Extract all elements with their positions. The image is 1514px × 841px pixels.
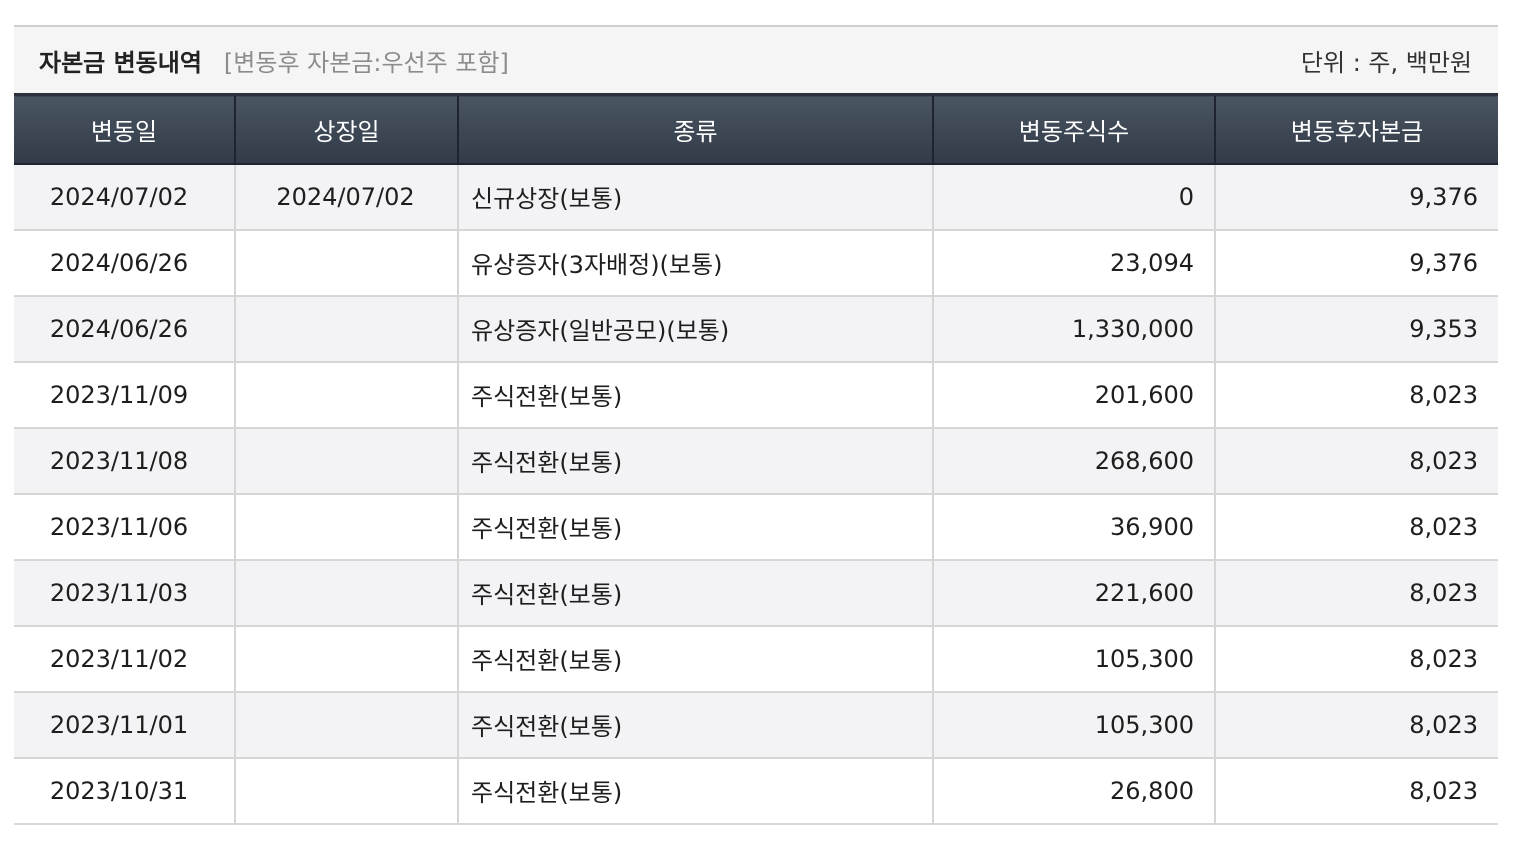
listing-date-cell — [234, 295, 458, 363]
changed-shares-cell: 268,600 — [932, 427, 1215, 495]
capital-after-cell: 8,023 — [1214, 427, 1498, 495]
type-cell: 주식전환(보통) — [457, 361, 933, 429]
capital-after-cell: 8,023 — [1214, 757, 1498, 825]
type-cell: 주식전환(보통) — [457, 757, 933, 825]
column-header-type: 종류 — [457, 93, 933, 165]
table-row: 2024/07/02 2024/07/02 신규상장(보통) 0 9,376 — [14, 163, 1498, 231]
type-cell: 주식전환(보통) — [457, 691, 933, 759]
changed-shares-cell: 23,094 — [932, 229, 1215, 297]
table-row: 2024/06/26 유상증자(일반공모)(보통) 1,330,000 9,35… — [14, 295, 1498, 363]
title-group: 자본금 변동내역 [변동후 자본금:우선주 포함] — [39, 43, 509, 78]
changed-shares-cell: 221,600 — [932, 559, 1215, 627]
change-date-cell: 2023/11/01 — [14, 691, 235, 759]
listing-date-cell — [234, 757, 458, 825]
column-header-listing-date: 상장일 — [234, 93, 458, 165]
type-cell: 주식전환(보통) — [457, 493, 933, 561]
column-header-change-date: 변동일 — [14, 93, 235, 165]
type-cell: 주식전환(보통) — [457, 559, 933, 627]
table-row: 2023/11/02 주식전환(보통) 105,300 8,023 — [14, 625, 1498, 693]
capital-after-cell: 8,023 — [1214, 559, 1498, 627]
capital-after-cell: 9,376 — [1214, 163, 1498, 231]
table-row: 2023/11/08 주식전환(보통) 268,600 8,023 — [14, 427, 1498, 495]
capital-after-cell: 9,376 — [1214, 229, 1498, 297]
capital-after-cell: 8,023 — [1214, 625, 1498, 693]
change-date-cell: 2024/06/26 — [14, 229, 235, 297]
listing-date-cell — [234, 691, 458, 759]
change-date-cell: 2024/06/26 — [14, 295, 235, 363]
type-cell: 주식전환(보통) — [457, 625, 933, 693]
type-cell: 주식전환(보통) — [457, 427, 933, 495]
change-date-cell: 2023/11/03 — [14, 559, 235, 627]
change-date-cell: 2023/10/31 — [14, 757, 235, 825]
table-header-row: 변동일 상장일 종류 변동주식수 변동후자본금 — [14, 93, 1498, 165]
change-date-cell: 2023/11/09 — [14, 361, 235, 429]
capital-after-cell: 9,353 — [1214, 295, 1498, 363]
change-date-cell: 2023/11/08 — [14, 427, 235, 495]
capital-after-cell: 8,023 — [1214, 493, 1498, 561]
listing-date-cell — [234, 559, 458, 627]
changed-shares-cell: 1,330,000 — [932, 295, 1215, 363]
changed-shares-cell: 201,600 — [932, 361, 1215, 429]
title-bar: 자본금 변동내역 [변동후 자본금:우선주 포함] 단위 : 주, 백만원 — [14, 25, 1498, 93]
changed-shares-cell: 105,300 — [932, 691, 1215, 759]
change-date-cell: 2023/11/06 — [14, 493, 235, 561]
listing-date-cell — [234, 427, 458, 495]
capital-after-cell: 8,023 — [1214, 691, 1498, 759]
change-date-cell: 2024/07/02 — [14, 163, 235, 231]
listing-date-cell — [234, 493, 458, 561]
section-title: 자본금 변동내역 — [39, 48, 202, 77]
type-cell: 신규상장(보통) — [457, 163, 933, 231]
table-body: 2024/07/02 2024/07/02 신규상장(보통) 0 9,376 2… — [14, 163, 1498, 825]
table-row: 2023/10/31 주식전환(보통) 26,800 8,023 — [14, 757, 1498, 825]
type-cell: 유상증자(일반공모)(보통) — [457, 295, 933, 363]
table-row: 2023/11/06 주식전환(보통) 36,900 8,023 — [14, 493, 1498, 561]
change-date-cell: 2023/11/02 — [14, 625, 235, 693]
table-row: 2023/11/01 주식전환(보통) 105,300 8,023 — [14, 691, 1498, 759]
changed-shares-cell: 26,800 — [932, 757, 1215, 825]
table-row: 2023/11/09 주식전환(보통) 201,600 8,023 — [14, 361, 1498, 429]
changed-shares-cell: 105,300 — [932, 625, 1215, 693]
listing-date-cell — [234, 229, 458, 297]
listing-date-cell — [234, 625, 458, 693]
table-row: 2024/06/26 유상증자(3자배정)(보통) 23,094 9,376 — [14, 229, 1498, 297]
listing-date-cell: 2024/07/02 — [234, 163, 458, 231]
changed-shares-cell: 36,900 — [932, 493, 1215, 561]
capital-change-table: 변동일 상장일 종류 변동주식수 변동후자본금 2024/07/02 2024/… — [14, 93, 1498, 825]
unit-label: 단위 : 주, 백만원 — [1300, 48, 1472, 77]
table-row: 2023/11/03 주식전환(보통) 221,600 8,023 — [14, 559, 1498, 627]
column-header-capital-after: 변동후자본금 — [1214, 93, 1498, 165]
changed-shares-cell: 0 — [932, 163, 1215, 231]
section-subtitle: [변동후 자본금:우선주 포함] — [223, 48, 509, 77]
type-cell: 유상증자(3자배정)(보통) — [457, 229, 933, 297]
capital-after-cell: 8,023 — [1214, 361, 1498, 429]
column-header-changed-shares: 변동주식수 — [932, 93, 1215, 165]
capital-change-panel: 자본금 변동내역 [변동후 자본금:우선주 포함] 단위 : 주, 백만원 변동… — [14, 25, 1498, 825]
listing-date-cell — [234, 361, 458, 429]
